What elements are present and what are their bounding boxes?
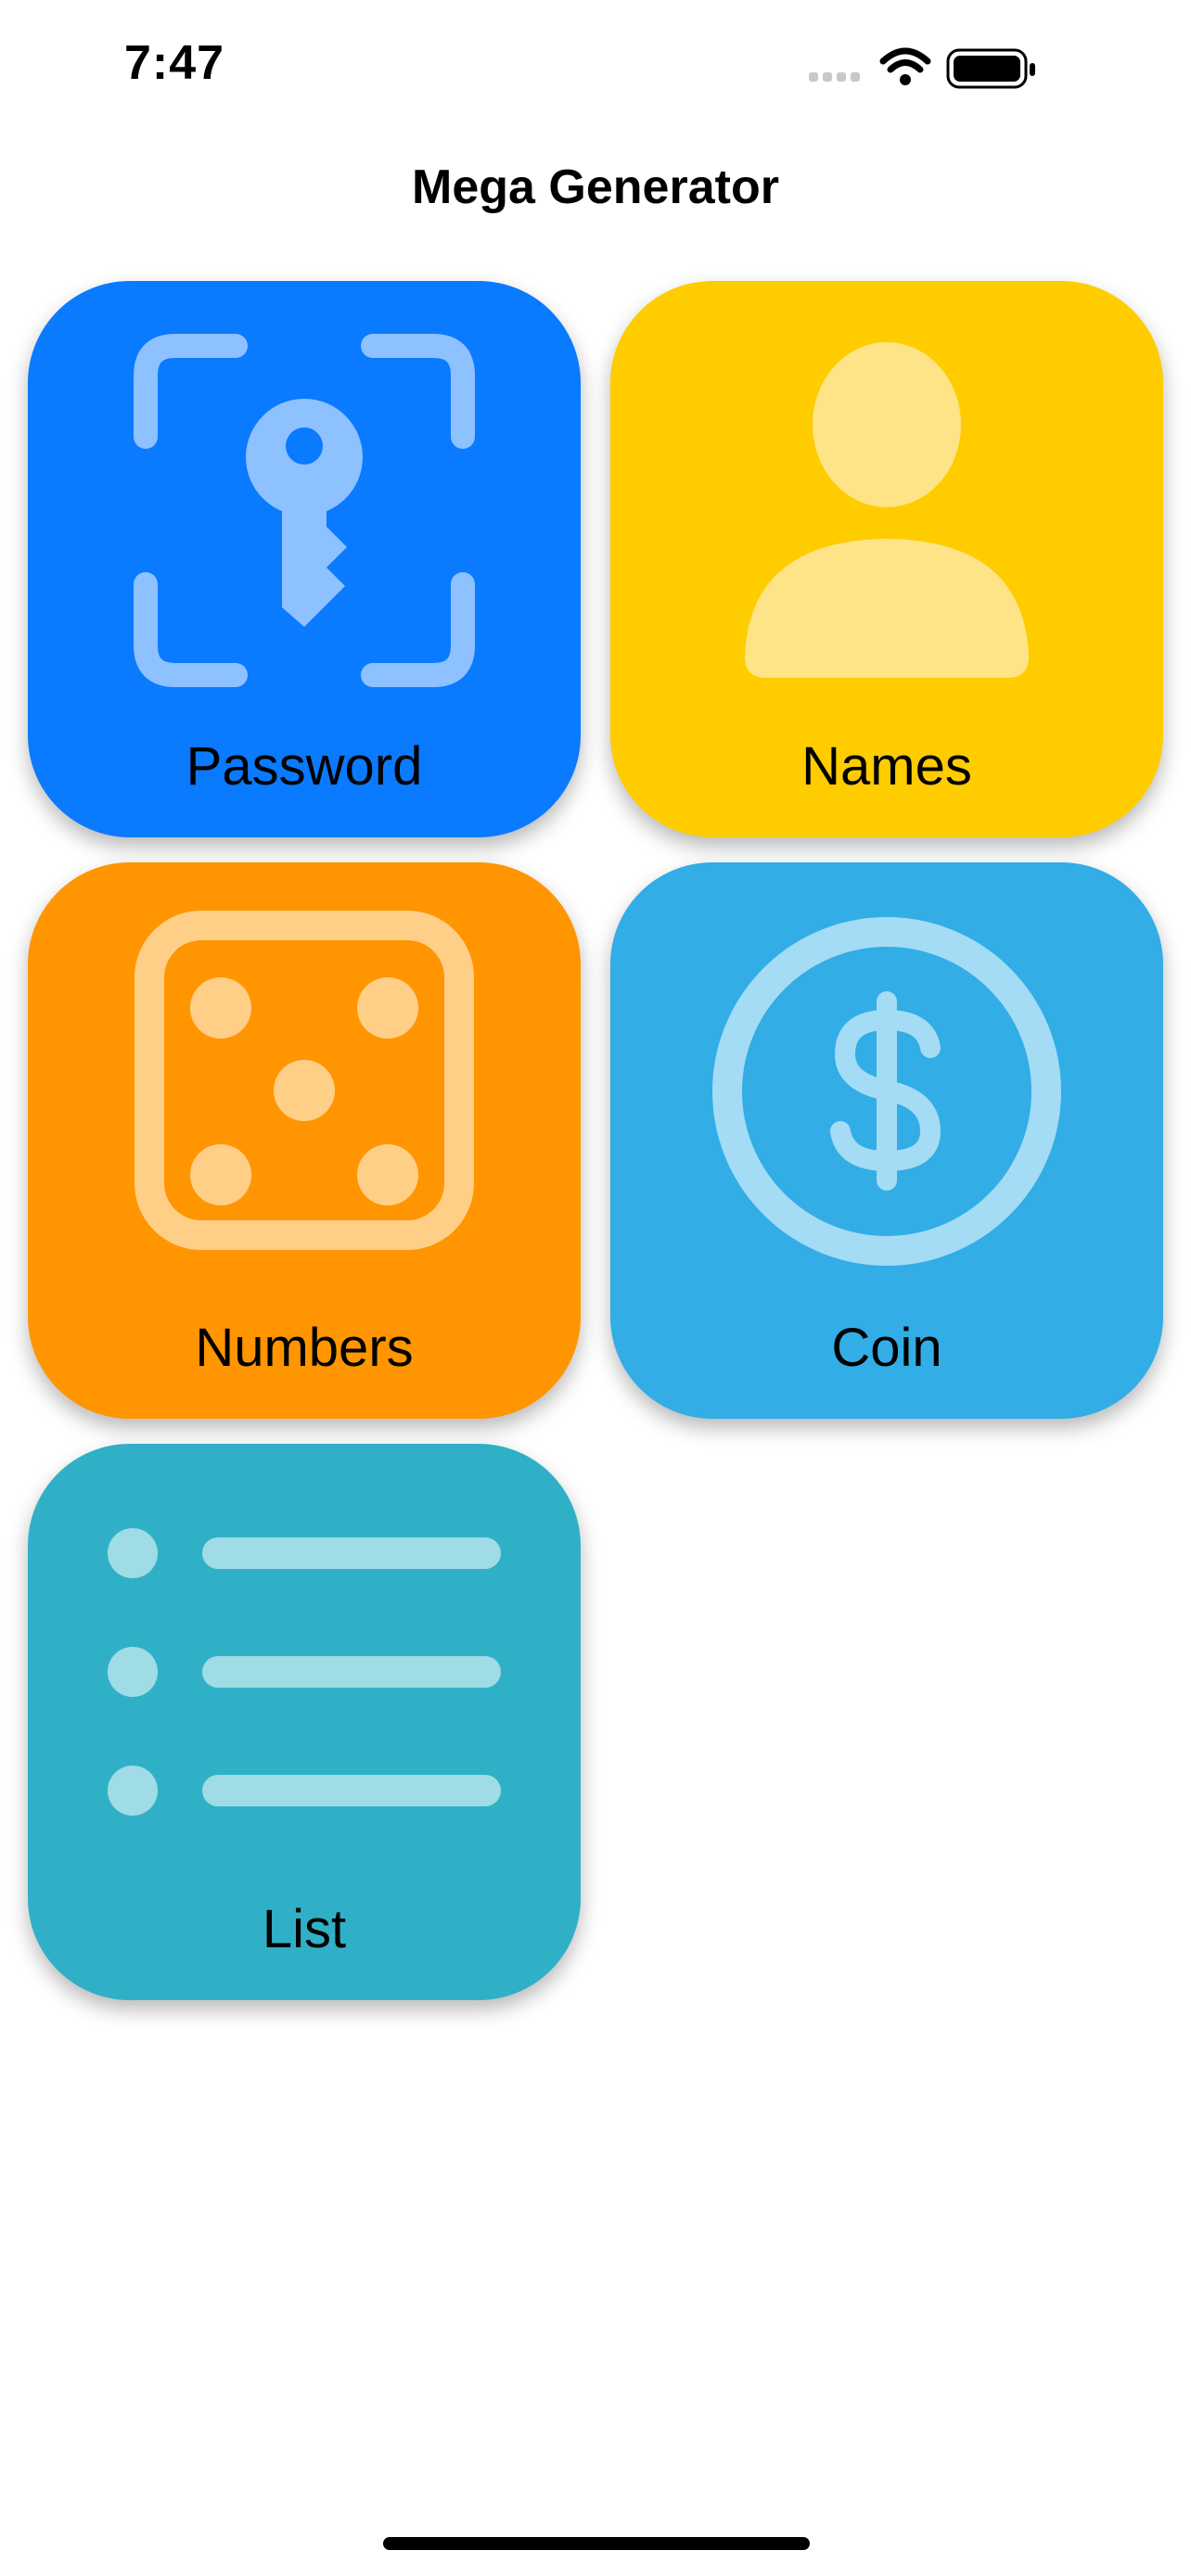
coin-label: Coin	[831, 1318, 942, 1378]
coin-tile[interactable]: Coin	[610, 862, 1163, 1419]
home-indicator[interactable]	[383, 2537, 810, 2550]
cellular-signal-icon	[809, 72, 860, 82]
names-tile[interactable]: Names	[610, 281, 1163, 837]
numbers-label: Numbers	[195, 1318, 414, 1378]
key-viewfinder-icon	[134, 334, 475, 687]
names-label: Names	[801, 736, 972, 797]
password-tile[interactable]: Password	[28, 281, 581, 837]
die-face-5-icon	[134, 911, 474, 1250]
list-label: List	[262, 1899, 347, 1959]
wifi-icon	[879, 47, 931, 73]
person-icon	[745, 342, 1029, 678]
list-tile[interactable]: List	[28, 1444, 581, 2000]
dollar-sign-circle-icon	[712, 917, 1061, 1266]
page-title: Mega Generator	[412, 160, 779, 214]
app-screen: 7:47 Mega Generator Password Names Numbe…	[0, 0, 1191, 2576]
status-icons	[809, 45, 1115, 91]
status-time: 7:47	[124, 36, 225, 90]
bulleted-list-icon	[108, 1528, 501, 1816]
password-label: Password	[186, 736, 423, 797]
battery-icon	[946, 48, 1035, 89]
numbers-tile[interactable]: Numbers	[28, 862, 581, 1419]
